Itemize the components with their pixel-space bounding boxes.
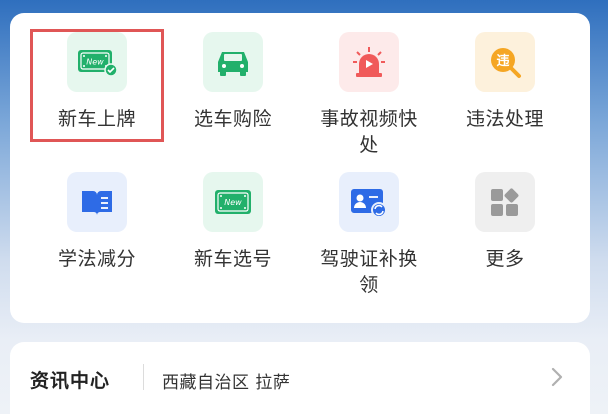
service-label: 学法减分 [57,248,136,270]
service-new-car-number[interactable]: New 新车选号 [165,172,301,272]
violation-search-icon: 违 [475,32,535,92]
car-icon [203,32,263,92]
new-plate-icon: New [203,172,263,232]
chevron-right-icon[interactable] [544,364,570,390]
services-card: New 新车上牌 选车购险 事故视频快处 违 违法处理 学法减分 New 新车选… [10,13,590,323]
license-swap-icon [339,172,399,232]
siren-video-icon [339,32,399,92]
service-violation[interactable]: 违 违法处理 [437,32,573,132]
news-center-bar[interactable]: 资讯中心 西藏自治区 拉萨 [10,342,590,414]
service-more[interactable]: 更多 [437,172,573,272]
service-study-law[interactable]: 学法减分 [29,172,165,272]
grid-more-icon [475,172,535,232]
selection-highlight [30,29,164,142]
divider [143,364,144,390]
service-label: 事故视频快处 [320,108,418,156]
service-label: 选车购险 [193,108,272,130]
service-car-insurance[interactable]: 选车购险 [165,32,301,132]
service-label: 更多 [485,248,525,270]
service-label: 驾驶证补换领 [320,248,418,296]
service-label: 违法处理 [465,108,544,130]
location-label: 西藏自治区 拉萨 [162,373,291,393]
book-icon [67,172,127,232]
new-badge-text: New [224,198,242,207]
service-accident-video[interactable]: 事故视频快处 [301,32,437,158]
service-license-renewal[interactable]: 驾驶证补换领 [301,172,437,298]
violation-glyph: 违 [496,53,509,69]
service-label: 新车选号 [193,248,272,270]
news-center-title: 资讯中心 [30,370,111,392]
